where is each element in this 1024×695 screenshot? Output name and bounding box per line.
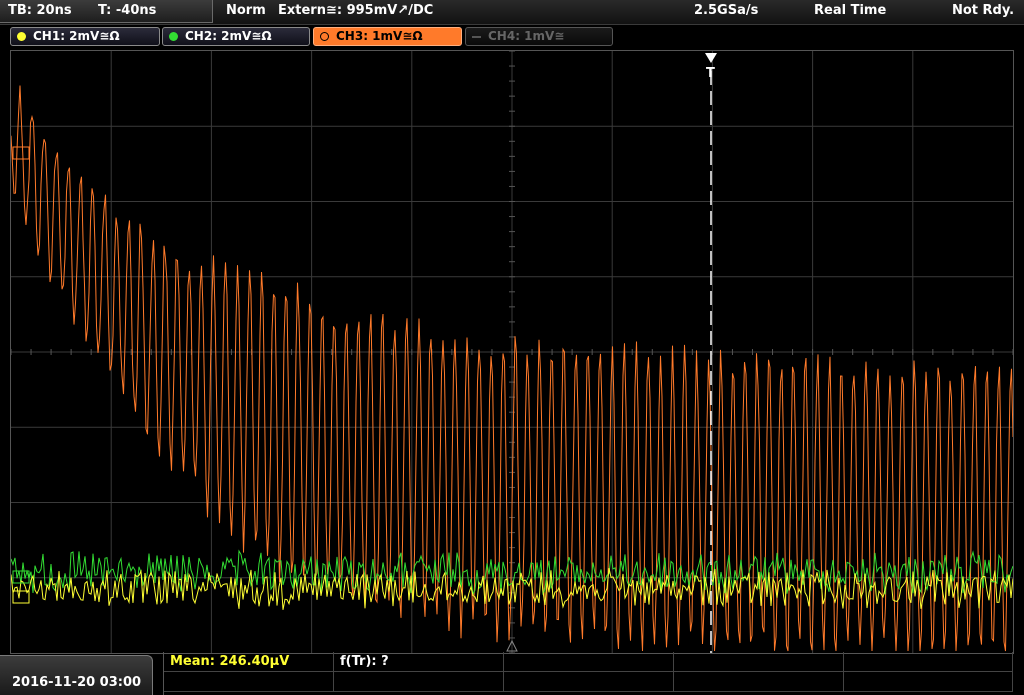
measurement-slot-4[interactable] xyxy=(674,652,844,672)
channel-1-dot-icon xyxy=(17,32,26,41)
status-bar: TB: 20ns T: -40ns Norm Extern≅: 995mV↗/D… xyxy=(0,0,1024,25)
trigger-source[interactable]: Extern≅: 995mV↗/DC xyxy=(278,3,433,18)
channel-4-button[interactable]: CH4: 1mV≅ xyxy=(465,27,613,46)
channel-4-label: CH4: 1mV≅ xyxy=(488,29,565,43)
channel-3-dot-icon xyxy=(320,32,329,41)
channel-1-label: CH1: 2mV≅Ω xyxy=(33,29,120,43)
channel-3-ground-icon xyxy=(12,146,30,160)
channel-bar: CH1: 2mV≅Ω CH2: 2mV≅Ω CH3: 1mV≅Ω CH4: 1m… xyxy=(0,25,1024,49)
channel-2-button[interactable]: CH2: 2mV≅Ω xyxy=(162,27,310,46)
measurement-slot-3[interactable] xyxy=(504,652,674,672)
measurement-slot-10[interactable] xyxy=(844,672,1013,692)
measurement-slot-5[interactable] xyxy=(844,652,1013,672)
graticule: T xyxy=(11,51,1013,653)
trigger-arrow-icon xyxy=(705,53,717,63)
timebase-box[interactable]: TB: 20ns T: -40ns xyxy=(0,0,213,23)
measurement-slot-6[interactable] xyxy=(164,672,334,692)
trigger-marker-label: T xyxy=(706,66,715,81)
channel-2-dot-icon xyxy=(169,32,178,41)
rise-frequency-measurement[interactable]: f(Tr): ? xyxy=(334,652,504,672)
measurement-slot-7[interactable] xyxy=(334,672,504,692)
channel-3-label: CH3: 1mV≅Ω xyxy=(336,29,423,43)
measurement-slot-8[interactable] xyxy=(504,672,674,692)
measurement-panel: Mean: 246.40µV f(Tr): ? xyxy=(163,652,1013,695)
trigger-offset-label: T: -40ns xyxy=(98,3,157,18)
waveform-display[interactable]: T xyxy=(10,50,1014,654)
measurement-slot-9[interactable] xyxy=(674,672,844,692)
mean-measurement[interactable]: Mean: 246.40µV xyxy=(164,652,334,672)
acquisition-mode[interactable]: Real Time xyxy=(814,3,886,18)
channel-2-label: CH2: 2mV≅Ω xyxy=(185,29,272,43)
channel-3-button[interactable]: CH3: 1mV≅Ω xyxy=(313,27,462,46)
channel-1-button[interactable]: CH1: 2mV≅Ω xyxy=(10,27,160,46)
channel-4-off-icon xyxy=(472,36,481,38)
timebase-label: TB: 20ns xyxy=(8,3,72,18)
datetime-label: 2016-11-20 03:00 xyxy=(12,675,142,690)
sample-rate[interactable]: 2.5GSa/s xyxy=(694,3,758,18)
date-box: 2016-11-20 03:00 xyxy=(0,655,153,695)
trigger-mode[interactable]: Norm xyxy=(226,3,266,18)
run-state: Not Rdy. xyxy=(952,3,1015,18)
